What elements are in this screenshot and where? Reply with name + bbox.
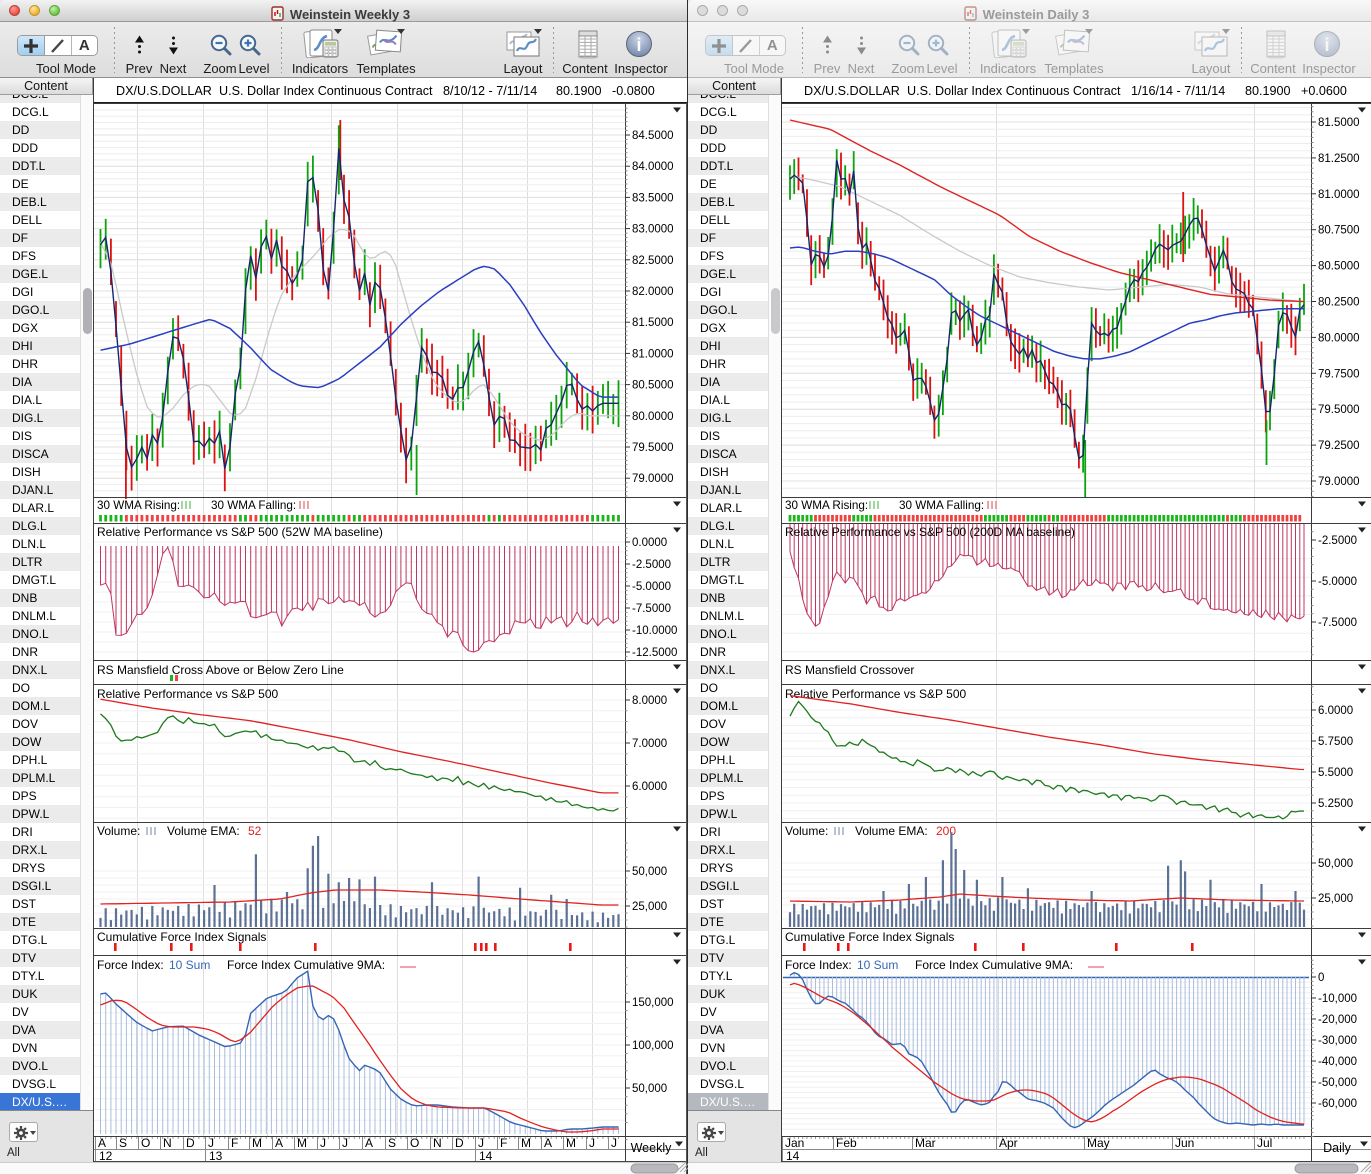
svg-text:12: 12 — [99, 1149, 113, 1163]
svg-text:RS Mansfield Crossover: RS Mansfield Crossover — [785, 663, 914, 677]
svg-text:80.2500: 80.2500 — [1318, 297, 1360, 309]
svg-text:83.5000: 83.5000 — [632, 192, 674, 204]
svg-text:80.5000: 80.5000 — [632, 380, 674, 392]
svg-text:81.5000: 81.5000 — [632, 317, 674, 329]
svg-text:-40,000: -40,000 — [1318, 1056, 1357, 1068]
svg-text:79.0000: 79.0000 — [632, 473, 674, 485]
svg-text:A: A — [98, 1136, 106, 1150]
svg-text:Volume:: Volume: — [97, 824, 140, 838]
svg-text:Force Index:: Force Index: — [97, 958, 164, 972]
svg-text:50,000: 50,000 — [1318, 858, 1353, 870]
svg-text:M: M — [521, 1136, 531, 1150]
svg-text:79.7500: 79.7500 — [1318, 368, 1360, 380]
svg-text:84.0000: 84.0000 — [632, 161, 674, 173]
svg-text:S: S — [119, 1136, 127, 1150]
svg-text:May: May — [1087, 1136, 1110, 1150]
svg-text:80.0000: 80.0000 — [1318, 332, 1360, 344]
svg-text:-60,000: -60,000 — [1318, 1098, 1357, 1110]
svg-text:RS Mansfield Cross Above or Be: RS Mansfield Cross Above or Below Zero L… — [97, 663, 344, 677]
svg-text:200: 200 — [936, 824, 956, 838]
svg-text:Cumulative Force Index Signals: Cumulative Force Index Signals — [97, 930, 266, 944]
svg-text:83.0000: 83.0000 — [632, 224, 674, 236]
svg-text:Force Index Cumulative 9MA:: Force Index Cumulative 9MA: — [915, 958, 1073, 972]
svg-text:M: M — [252, 1136, 262, 1150]
svg-text:F: F — [231, 1136, 238, 1150]
svg-text:Mar: Mar — [915, 1136, 936, 1150]
svg-text:79.5000: 79.5000 — [632, 442, 674, 454]
svg-text:81.0000: 81.0000 — [632, 348, 674, 360]
svg-text:Relative Performance vs S&P 50: Relative Performance vs S&P 500 — [97, 687, 279, 701]
svg-text:81.2500: 81.2500 — [1318, 153, 1360, 165]
svg-text:0.0000: 0.0000 — [632, 537, 667, 549]
svg-text:J: J — [611, 1136, 617, 1150]
svg-text:-20,000: -20,000 — [1318, 1014, 1357, 1026]
svg-text:25,000: 25,000 — [1318, 893, 1353, 905]
svg-text:5.2500: 5.2500 — [1318, 798, 1353, 810]
svg-text:J: J — [342, 1136, 348, 1150]
svg-text:Weekly: Weekly — [631, 1141, 673, 1155]
svg-text:Relative Performance vs S&P 50: Relative Performance vs S&P 500 (52W MA … — [97, 525, 383, 539]
svg-text:80.0000: 80.0000 — [632, 411, 674, 423]
svg-text:-5.0000: -5.0000 — [632, 581, 671, 593]
svg-text:-5.0000: -5.0000 — [1318, 576, 1357, 588]
svg-text:100,000: 100,000 — [632, 1040, 674, 1052]
svg-text:Force Index Cumulative 9MA:: Force Index Cumulative 9MA: — [227, 958, 385, 972]
svg-text:Volume EMA:: Volume EMA: — [167, 824, 240, 838]
svg-text:81.0000: 81.0000 — [1318, 189, 1360, 201]
svg-text:14: 14 — [479, 1149, 493, 1163]
svg-text:81.5000: 81.5000 — [1318, 117, 1360, 129]
svg-text:6.0000: 6.0000 — [1318, 705, 1353, 717]
svg-text:79.0000: 79.0000 — [1318, 476, 1360, 488]
svg-text:0: 0 — [1318, 972, 1324, 984]
svg-text:14: 14 — [786, 1149, 800, 1163]
svg-text:-10,000: -10,000 — [1318, 993, 1357, 1005]
svg-text:13: 13 — [209, 1149, 223, 1163]
svg-text:150,000: 150,000 — [632, 997, 674, 1009]
svg-text:8.0000: 8.0000 — [632, 695, 667, 707]
svg-text:O: O — [141, 1136, 150, 1150]
svg-text:7.0000: 7.0000 — [632, 738, 667, 750]
svg-text:M: M — [566, 1136, 576, 1150]
svg-text:30 WMA Rising:: 30 WMA Rising: — [785, 499, 868, 512]
svg-text:-30,000: -30,000 — [1318, 1035, 1357, 1047]
svg-text:80.5000: 80.5000 — [1318, 261, 1360, 273]
svg-text:5.5000: 5.5000 — [1318, 767, 1353, 779]
svg-text:30 WMA Falling:: 30 WMA Falling: — [899, 499, 984, 512]
svg-text:S: S — [388, 1136, 396, 1150]
svg-text:A: A — [365, 1136, 373, 1150]
svg-text:25,000: 25,000 — [632, 901, 667, 913]
svg-text:Cumulative Force Index Signals: Cumulative Force Index Signals — [785, 930, 954, 944]
svg-text:-50,000: -50,000 — [1318, 1077, 1357, 1089]
svg-text:30 WMA Falling:: 30 WMA Falling: — [211, 499, 296, 512]
svg-text:10 Sum: 10 Sum — [857, 958, 898, 972]
svg-text:10 Sum: 10 Sum — [169, 958, 210, 972]
svg-text:30 WMA Rising:: 30 WMA Rising: — [97, 499, 180, 512]
svg-text:52: 52 — [248, 824, 262, 838]
svg-text:J: J — [589, 1136, 595, 1150]
svg-text:Volume:: Volume: — [785, 824, 828, 838]
svg-text:6.0000: 6.0000 — [632, 781, 667, 793]
svg-text:79.2500: 79.2500 — [1318, 440, 1360, 452]
svg-text:Daily: Daily — [1323, 1141, 1352, 1155]
svg-text:-7.5000: -7.5000 — [1318, 617, 1357, 629]
svg-text:80.7500: 80.7500 — [1318, 225, 1360, 237]
svg-text:82.5000: 82.5000 — [632, 255, 674, 267]
svg-text:Force Index:: Force Index: — [785, 958, 852, 972]
svg-text:-12.5000: -12.5000 — [632, 647, 677, 659]
svg-text:50,000: 50,000 — [632, 1083, 667, 1095]
svg-text:-7.5000: -7.5000 — [632, 603, 671, 615]
svg-text:5.7500: 5.7500 — [1318, 736, 1353, 748]
svg-text:Relative Performance vs S&P 50: Relative Performance vs S&P 500 (200D MA… — [785, 525, 1075, 539]
svg-text:F: F — [500, 1136, 507, 1150]
svg-text:-10.0000: -10.0000 — [632, 625, 677, 637]
svg-text:Volume EMA:: Volume EMA: — [855, 824, 928, 838]
svg-text:50,000: 50,000 — [632, 866, 667, 878]
svg-text:84.5000: 84.5000 — [632, 130, 674, 142]
svg-text:-2.5000: -2.5000 — [632, 559, 671, 571]
svg-text:-2.5000: -2.5000 — [1318, 535, 1357, 547]
svg-text:79.5000: 79.5000 — [1318, 404, 1360, 416]
svg-text:82.0000: 82.0000 — [632, 286, 674, 298]
